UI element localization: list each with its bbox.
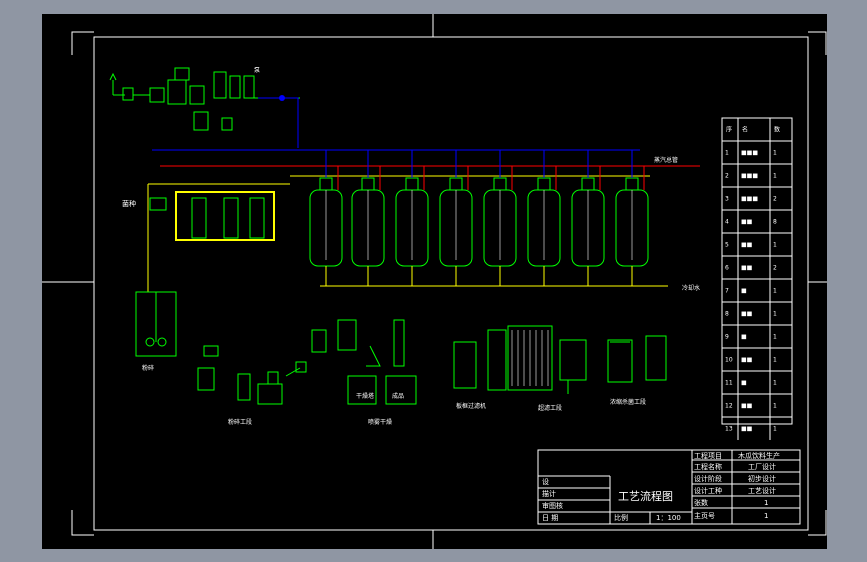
stage2-label: 喷雾干燥 <box>368 418 392 426</box>
table-cell: 1 <box>773 334 777 341</box>
filter-label: 板框过滤机 <box>456 402 486 410</box>
table-cell: 13 <box>725 426 733 433</box>
table-cell: 8 <box>725 311 729 318</box>
table-cell: ■■ <box>741 242 753 249</box>
table-header-cell: 名 <box>742 126 748 134</box>
table-cell: 4 <box>725 219 729 226</box>
table-cell: 2 <box>773 196 777 203</box>
dryer-label: 干燥塔 <box>356 392 374 400</box>
table-cell: 11 <box>725 380 733 387</box>
tb-design-label: 设 <box>542 477 549 486</box>
product-label: 成品 <box>392 392 404 400</box>
table-cell: ■■ <box>741 403 753 410</box>
tb-page-value: 1 <box>764 512 768 520</box>
top-left-pump-icon <box>279 95 285 101</box>
table-cell: 1 <box>773 173 777 180</box>
tb-stage-label: 设计阶段 <box>694 474 722 483</box>
stage4-label: 浓缩杀菌工段 <box>610 398 646 406</box>
table-cell: 12 <box>725 403 733 410</box>
bottom-left-label: 粉碎 <box>142 364 154 372</box>
table-cell: 1 <box>773 311 777 318</box>
table-cell: ■■ <box>741 426 753 433</box>
tb-stage-value: 初步设计 <box>748 474 776 483</box>
tb-drawing-label: 描计 <box>542 489 556 498</box>
table-cell: 1 <box>773 403 777 410</box>
stage1-label: 粉碎工段 <box>228 418 252 426</box>
tb-count-label: 张数 <box>694 498 708 507</box>
table-cell: 2 <box>773 265 777 272</box>
tb-review-label: 审图核 <box>542 501 563 510</box>
tb-project-label: 工程项目 <box>694 451 722 460</box>
top-left-label: 泵 <box>254 67 260 74</box>
tb-page-label: 主页号 <box>694 511 715 520</box>
tb-name-label: 工程名称 <box>694 462 722 471</box>
table-cell: 1 <box>773 288 777 295</box>
table-cell: ■■ <box>741 311 753 318</box>
feed-label: 菌种 <box>122 199 136 208</box>
table-cell: 6 <box>725 265 729 272</box>
stage3-label: 超滤工段 <box>538 404 562 412</box>
table-header-cell: 序 <box>726 126 732 134</box>
table-cell: ■■■ <box>741 173 758 180</box>
table-cell: ■■ <box>741 357 753 364</box>
table-cell: 1 <box>773 426 777 433</box>
table-cell: 3 <box>725 196 729 203</box>
table-cell: ■■ <box>741 219 753 226</box>
table-cell: ■■■ <box>741 196 758 203</box>
table-cell: ■ <box>741 288 747 295</box>
tb-scale-label: 比例 <box>614 513 628 522</box>
table-cell: 10 <box>725 357 733 364</box>
tb-count-value: 1 <box>764 499 768 507</box>
table-cell: 9 <box>725 334 729 341</box>
table-cell: 1 <box>725 150 729 157</box>
tb-type-label: 设计工种 <box>694 486 722 495</box>
red-line-label: 蒸汽总管 <box>654 156 678 164</box>
table-cell: 1 <box>773 150 777 157</box>
table-cell: ■■ <box>741 265 753 272</box>
table-cell: 1 <box>773 242 777 249</box>
table-cell: 8 <box>773 219 777 226</box>
table-cell: 5 <box>725 242 729 249</box>
table-cell: ■ <box>741 334 747 341</box>
tb-type-value: 工艺设计 <box>748 486 776 495</box>
right-tank-label: 冷却水 <box>682 284 700 292</box>
tb-date-label: 日 期 <box>542 514 558 522</box>
cad-viewport: 泵 蒸汽总管 菌种 冷却水 粉碎 粉碎工段 干燥塔 成品 喷雾干燥 板框过滤机 … <box>0 0 867 562</box>
table-cell: 1 <box>773 380 777 387</box>
table-cell: 2 <box>725 173 729 180</box>
table-cell: ■ <box>741 380 747 387</box>
drawing-svg: 泵 蒸汽总管 菌种 冷却水 粉碎 粉碎工段 干燥塔 成品 喷雾干燥 板框过滤机 … <box>42 14 827 549</box>
table-header-cell: 数 <box>774 126 780 134</box>
tb-scale-value: 1：100 <box>656 514 681 522</box>
tb-name-value: 工厂设计 <box>748 462 776 471</box>
table-cell: 7 <box>725 288 729 295</box>
tb-project-value: 木瓜饮料生产 <box>738 451 780 460</box>
tb-drawing-title: 工艺流程图 <box>618 489 673 503</box>
table-cell: 1 <box>773 357 777 364</box>
table-cell: ■■■ <box>741 150 758 157</box>
